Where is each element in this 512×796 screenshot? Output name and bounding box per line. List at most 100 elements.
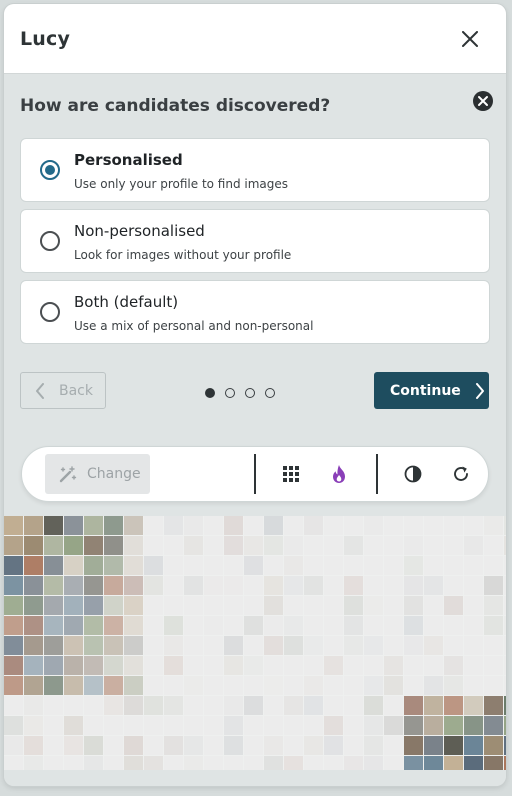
image-thumbnail — [144, 596, 163, 615]
image-thumbnail — [464, 596, 483, 615]
chevron-right-icon — [475, 382, 484, 399]
contrast-button[interactable] — [402, 463, 424, 485]
image-thumbnail — [244, 516, 263, 535]
image-thumbnail — [224, 716, 243, 735]
image-thumbnail — [304, 616, 323, 635]
image-thumbnail — [324, 636, 343, 655]
image-thumbnail — [264, 616, 283, 635]
image-thumbnail — [364, 596, 383, 615]
image-thumbnail — [384, 516, 403, 535]
image-thumbnail — [404, 516, 423, 535]
radio-non-personalised[interactable] — [40, 231, 60, 251]
radio-both[interactable] — [40, 302, 60, 322]
image-thumbnail — [244, 696, 263, 715]
image-thumbnail — [64, 716, 83, 735]
image-thumbnail — [464, 736, 483, 755]
flame-button[interactable] — [328, 463, 350, 485]
image-thumbnail — [224, 756, 243, 770]
image-thumbnail — [384, 536, 403, 555]
image-thumbnail — [204, 596, 223, 615]
image-thumbnail — [44, 556, 63, 575]
image-thumbnail — [104, 616, 123, 635]
image-thumbnail — [224, 676, 243, 695]
image-thumbnail — [464, 716, 483, 735]
image-thumbnail — [444, 616, 463, 635]
image-thumbnail — [464, 556, 483, 575]
image-thumbnail — [104, 636, 123, 655]
image-thumbnail — [84, 516, 103, 535]
close-button[interactable] — [458, 27, 482, 51]
image-thumbnail — [204, 696, 223, 715]
image-thumbnail — [84, 536, 103, 555]
image-thumbnail — [264, 696, 283, 715]
image-thumbnail — [504, 596, 506, 615]
image-thumbnail — [424, 616, 443, 635]
image-thumbnail — [84, 676, 103, 695]
image-thumbnail — [244, 756, 263, 770]
image-thumbnail — [244, 616, 263, 635]
image-thumbnail — [24, 516, 43, 535]
image-thumbnail — [344, 556, 363, 575]
continue-button[interactable]: Continue — [374, 372, 489, 409]
image-thumbnail — [264, 536, 283, 555]
app-window: Lucy How are candidates discovered? Pers… — [4, 4, 506, 786]
image-thumbnail — [504, 636, 506, 655]
image-thumbnail — [104, 676, 123, 695]
image-thumbnail — [444, 536, 463, 555]
image-thumbnail — [424, 576, 443, 595]
image-thumbnail — [424, 636, 443, 655]
image-thumbnail — [204, 656, 223, 675]
image-thumbnail — [84, 736, 103, 755]
image-thumbnail — [24, 616, 43, 635]
image-thumbnail — [84, 576, 103, 595]
image-thumbnail — [4, 676, 23, 695]
image-thumbnail — [124, 736, 143, 755]
option-description: Use a mix of personal and non-personal — [74, 319, 314, 333]
image-thumbnail — [504, 696, 506, 715]
image-thumbnail — [304, 736, 323, 755]
back-button[interactable]: Back — [20, 372, 106, 409]
image-thumbnail — [324, 536, 343, 555]
option-both[interactable]: Both (default) Use a mix of personal and… — [20, 280, 490, 344]
image-thumbnail — [4, 616, 23, 635]
image-thumbnail — [304, 696, 323, 715]
image-thumbnail — [504, 536, 506, 555]
image-thumbnail — [484, 536, 503, 555]
image-thumbnail — [384, 656, 403, 675]
grid-button[interactable] — [280, 463, 302, 485]
image-thumbnail — [364, 676, 383, 695]
image-mosaic — [4, 516, 506, 770]
image-thumbnail — [284, 576, 303, 595]
image-thumbnail — [464, 616, 483, 635]
image-thumbnail — [24, 556, 43, 575]
dismiss-button[interactable] — [472, 90, 494, 112]
image-thumbnail — [444, 756, 463, 770]
image-thumbnail — [264, 756, 283, 770]
image-thumbnail — [484, 716, 503, 735]
image-thumbnail — [164, 596, 183, 615]
image-thumbnail — [184, 636, 203, 655]
image-thumbnail — [164, 756, 183, 770]
image-thumbnail — [224, 636, 243, 655]
change-label: Change — [87, 466, 141, 482]
radio-personalised[interactable] — [40, 160, 60, 180]
chevron-left-icon — [36, 382, 44, 399]
image-thumbnail — [4, 576, 23, 595]
refresh-button[interactable] — [450, 463, 472, 485]
option-non-personalised[interactable]: Non-personalised Look for images without… — [20, 209, 490, 273]
image-thumbnail — [424, 716, 443, 735]
image-thumbnail — [484, 656, 503, 675]
image-thumbnail — [364, 696, 383, 715]
image-thumbnail — [264, 596, 283, 615]
image-thumbnail — [24, 736, 43, 755]
image-thumbnail — [464, 536, 483, 555]
image-thumbnail — [504, 516, 506, 535]
image-thumbnail — [324, 616, 343, 635]
flame-icon — [333, 465, 345, 483]
option-personalised[interactable]: Personalised Use only your profile to fi… — [20, 138, 490, 202]
image-thumbnail — [444, 676, 463, 695]
image-thumbnail — [64, 676, 83, 695]
image-thumbnail — [444, 716, 463, 735]
image-thumbnail — [324, 656, 343, 675]
toolbar-divider — [376, 454, 378, 494]
